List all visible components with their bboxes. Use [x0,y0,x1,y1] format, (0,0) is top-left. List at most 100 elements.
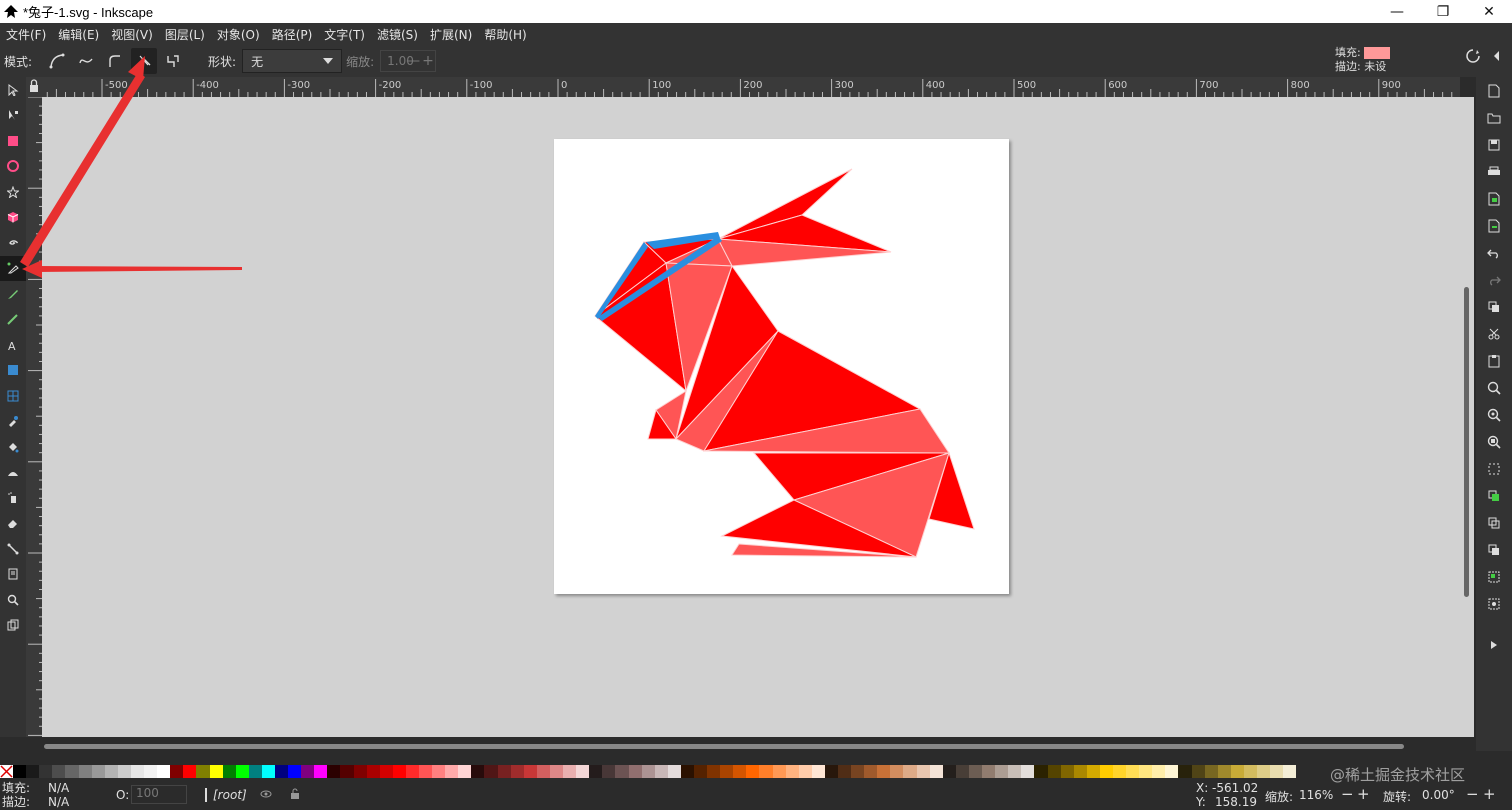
palette-swatch[interactable] [1126,765,1140,778]
zoom-selection-icon[interactable] [1476,374,1512,401]
palette-swatch[interactable] [170,765,184,778]
palette-swatch[interactable] [549,765,564,778]
shape-dropdown[interactable]: 无 [242,49,343,73]
unlink-clone-icon[interactable] [1476,536,1512,563]
no-paint-swatch[interactable] [0,765,14,778]
palette-swatch[interactable] [130,765,145,778]
copy-icon[interactable] [1476,293,1512,320]
palette-swatch[interactable] [864,765,878,778]
palette-swatch[interactable] [1270,765,1284,778]
close-button[interactable]: ✕ [1466,0,1512,23]
redo-icon[interactable] [1476,266,1512,293]
palette-swatch[interactable] [942,765,956,778]
palette-swatch[interactable] [890,765,904,778]
spiral-icon[interactable] [0,230,26,256]
menu-path[interactable]: 路径(P) [272,26,313,43]
menu-file[interactable]: 文件(F) [6,26,46,43]
palette-swatch[interactable] [1021,765,1035,778]
palette-swatch[interactable] [903,765,917,778]
vertical-scroll-thumb[interactable] [1464,287,1469,597]
zoom-drawing-icon[interactable] [1476,401,1512,428]
palette-swatch[interactable] [707,765,721,778]
tweak-icon[interactable] [0,460,26,486]
palette-swatch[interactable] [497,765,511,778]
menu-edit[interactable]: 编辑(E) [58,26,99,43]
palette-swatch[interactable] [1204,765,1218,778]
palette-swatch[interactable] [39,765,53,778]
palette-swatch[interactable] [1060,765,1074,778]
lock-guides-icon[interactable] [26,77,42,97]
open-icon[interactable] [1476,104,1512,131]
palette-swatch[interactable] [877,765,891,778]
page[interactable] [554,139,1009,594]
palette-swatch[interactable] [851,765,865,778]
rotate-value[interactable]: 0.00° [1422,788,1455,802]
palette-swatch[interactable] [196,765,210,778]
palette-swatch[interactable] [157,765,171,778]
pencil-icon[interactable] [0,281,26,307]
duplicate-icon[interactable] [1476,482,1512,509]
pages-icon[interactable] [0,562,26,588]
status-fill-value[interactable]: N/A [48,781,69,795]
ungroup-icon[interactable] [1476,590,1512,617]
eye-icon[interactable] [260,789,272,799]
top-ruler[interactable]: -500 -400 -300 -200 -100 0 100 200 300 400 500 600 7… [42,77,1460,97]
palette-swatch[interactable] [628,765,642,778]
palette-swatch[interactable] [1191,765,1205,778]
menu-text[interactable]: 文字(T) [324,26,365,43]
star-icon[interactable] [0,179,26,205]
palette-swatch[interactable] [563,765,577,778]
menu-layer[interactable]: 图层(L) [165,26,205,43]
palette-swatch[interactable] [261,765,275,778]
palette-swatch[interactable] [91,765,105,778]
palette-swatch[interactable] [1034,765,1048,778]
opacity-input[interactable]: 100 [131,785,187,804]
palette-swatch[interactable] [1165,765,1179,778]
3d-box-icon[interactable] [0,205,26,231]
group-icon[interactable] [1476,563,1512,590]
clone-icon[interactable] [0,613,26,639]
palette-swatch[interactable] [772,765,786,778]
selector-icon[interactable] [0,77,26,103]
palette-swatch[interactable] [366,765,380,778]
palette-swatch[interactable] [209,765,223,778]
palette-swatch[interactable] [1257,765,1271,778]
palette-swatch[interactable] [1099,765,1113,778]
palette-swatch[interactable] [222,765,236,778]
palette-swatch[interactable] [471,765,485,778]
cut-icon[interactable] [1476,320,1512,347]
zoom-out-button[interactable]: − [1341,785,1354,803]
palette-swatch[interactable] [838,765,852,778]
palette-swatch[interactable] [576,765,590,778]
palette-swatch[interactable] [510,765,524,778]
palette-swatch[interactable] [458,765,472,778]
palette-swatch[interactable] [1047,765,1061,778]
palette-swatch[interactable] [916,765,930,778]
palette-swatch[interactable] [1230,765,1244,778]
mesh-icon[interactable] [0,383,26,409]
palette-swatch[interactable] [602,765,616,778]
palette-swatch[interactable] [667,765,681,778]
palette-swatch[interactable] [746,765,760,778]
zoom-in-button[interactable]: + [1357,785,1370,803]
palette-swatch[interactable] [340,765,354,778]
palette-swatch[interactable] [523,765,537,778]
gradient-icon[interactable] [0,358,26,384]
undo-icon[interactable] [1476,239,1512,266]
menu-view[interactable]: 视图(V) [111,26,153,43]
drawing-canvas[interactable] [42,97,1460,737]
save-icon[interactable] [1476,131,1512,158]
palette-swatch[interactable] [759,765,773,778]
ellipse-icon[interactable] [0,154,26,180]
palette-swatch[interactable] [353,765,367,778]
palette-swatch[interactable] [379,765,393,778]
palette-swatch[interactable] [1086,765,1100,778]
palette-swatch[interactable] [117,765,131,778]
palette-swatch[interactable] [314,765,328,778]
spiro-mode-icon[interactable] [73,48,99,74]
current-layer[interactable]: [root] [213,788,247,802]
scale-decrease-button[interactable]: — [406,53,420,69]
status-stroke-value[interactable]: N/A [48,795,69,809]
palette-swatch[interactable] [733,765,747,778]
palette-swatch[interactable] [78,765,92,778]
